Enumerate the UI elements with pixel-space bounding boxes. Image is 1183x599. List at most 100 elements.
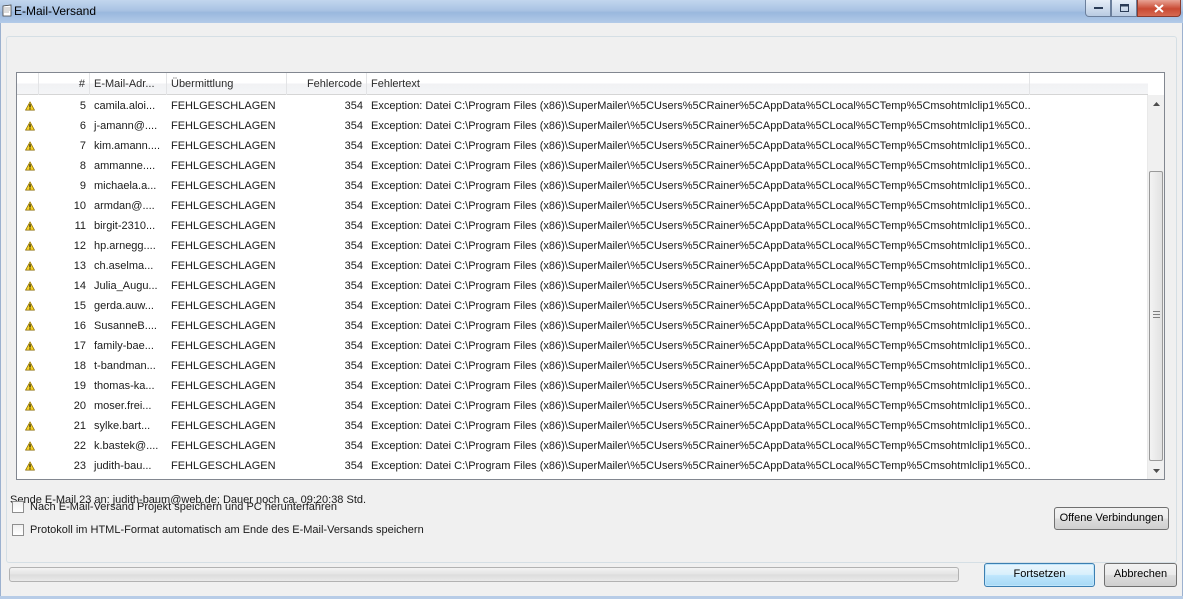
shutdown-label[interactable]: Nach E-Mail-Versand Projekt speichern un…	[30, 501, 337, 513]
row-transmission: FEHLGESCHLAGEN	[171, 400, 276, 412]
column-header-number[interactable]: #	[39, 73, 90, 95]
warning-icon	[17, 320, 39, 332]
row-number: 16	[73, 320, 86, 332]
maximize-button[interactable]	[1111, 0, 1137, 17]
row-error-code: 354	[344, 280, 363, 292]
column-header-icon[interactable]	[17, 73, 39, 95]
shutdown-option[interactable]: Nach E-Mail-Versand Projekt speichern un…	[12, 501, 337, 513]
send-progress-bar	[9, 567, 959, 582]
row-error-code: 354	[344, 360, 363, 372]
column-header-email[interactable]: E-Mail-Adr...	[90, 73, 167, 95]
warning-icon	[17, 440, 39, 452]
row-error-code: 354	[344, 220, 363, 232]
row-transmission: FEHLGESCHLAGEN	[171, 240, 276, 252]
row-email: family-bae...	[94, 340, 154, 352]
table-row[interactable]: 23 judith-bau... FEHLGESCHLAGEN 354 Exceptio…	[17, 456, 1148, 476]
column-header-error-text[interactable]: Fehlertext	[367, 73, 1030, 95]
row-email: kim.amann....	[94, 140, 161, 152]
table-row[interactable]: 22 k.bastek@.... FEHLGESCHLAGEN 354 Exceptio…	[17, 436, 1148, 456]
row-transmission: FEHLGESCHLAGEN	[171, 460, 276, 472]
row-email: ammanne....	[94, 160, 156, 172]
table-row[interactable]: 21 sylke.bart... FEHLGESCHLAGEN 354 Exceptio…	[17, 416, 1148, 436]
warning-icon	[17, 400, 39, 412]
table-row[interactable]: 11 birgit-2310... FEHLGESCHLAGEN 354 Excepti…	[17, 216, 1148, 236]
row-error-code: 354	[344, 380, 363, 392]
html-log-option[interactable]: Protokoll im HTML-Format automatisch am …	[12, 524, 424, 536]
table-row[interactable]: 10 armdan@.... FEHLGESCHLAGEN 354 Exception:…	[17, 196, 1148, 216]
row-number: 13	[73, 260, 86, 272]
table-row[interactable]: 9 michaela.a... FEHLGESCHLAGEN 354 Exception…	[17, 176, 1148, 196]
table-row[interactable]: 13 ch.aselma... FEHLGESCHLAGEN 354 Exception…	[17, 256, 1148, 276]
warning-icon	[17, 360, 39, 372]
row-error-code: 354	[344, 120, 363, 132]
column-header-error-code[interactable]: Fehlercode	[287, 73, 367, 95]
warning-icon	[17, 460, 39, 472]
row-error-text: Exception: Datei C:\Program Files (x86)\…	[371, 160, 1030, 172]
row-transmission: FEHLGESCHLAGEN	[171, 380, 276, 392]
row-transmission: FEHLGESCHLAGEN	[171, 160, 276, 172]
table-row[interactable]: 14 Julia_Augu... FEHLGESCHLAGEN 354 Exceptio…	[17, 276, 1148, 296]
row-number: 11	[74, 220, 86, 232]
row-number: 20	[73, 400, 86, 412]
warning-icon	[17, 340, 39, 352]
row-error-text: Exception: Datei C:\Program Files (x86)\…	[371, 420, 1030, 432]
row-email: birgit-2310...	[94, 220, 156, 232]
row-error-text: Exception: Datei C:\Program Files (x86)\…	[371, 440, 1030, 452]
table-row[interactable]: 12 hp.arnegg.... FEHLGESCHLAGEN 354 Exceptio…	[17, 236, 1148, 256]
send-log-list[interactable]: # E-Mail-Adr... Übermittlung Fehlercode …	[16, 72, 1165, 480]
row-error-text: Exception: Datei C:\Program Files (x86)\…	[371, 220, 1030, 232]
warning-icon	[17, 100, 39, 112]
row-email: j-amann@....	[94, 120, 158, 132]
table-row[interactable]: 17 family-bae... FEHLGESCHLAGEN 354 Exceptio…	[17, 336, 1148, 356]
row-transmission: FEHLGESCHLAGEN	[171, 440, 276, 452]
close-button[interactable]	[1137, 0, 1181, 17]
row-error-code: 354	[344, 240, 363, 252]
open-connections-button[interactable]: Offene Verbindungen	[1054, 507, 1169, 530]
grip-icon	[1153, 311, 1160, 320]
row-error-text: Exception: Datei C:\Program Files (x86)\…	[371, 140, 1030, 152]
row-transmission: FEHLGESCHLAGEN	[171, 360, 276, 372]
row-number: 15	[73, 300, 86, 312]
row-transmission: FEHLGESCHLAGEN	[171, 180, 276, 192]
table-row[interactable]: 20 moser.frei... FEHLGESCHLAGEN 354 Exceptio…	[17, 396, 1148, 416]
row-error-code: 354	[344, 180, 363, 192]
column-header-filler	[1030, 73, 1148, 95]
dialog-body: # E-Mail-Adr... Übermittlung Fehlercode …	[0, 23, 1183, 596]
scroll-up-button[interactable]	[1148, 95, 1165, 112]
list-header: # E-Mail-Adr... Übermittlung Fehlercode …	[17, 73, 1148, 95]
row-error-text: Exception: Datei C:\Program Files (x86)\…	[371, 180, 1030, 192]
row-error-text: Exception: Datei C:\Program Files (x86)\…	[371, 100, 1030, 112]
table-row[interactable]: 15 gerda.auw... FEHLGESCHLAGEN 354 Exception…	[17, 296, 1148, 316]
scroll-down-button[interactable]	[1148, 462, 1165, 479]
shutdown-checkbox[interactable]	[12, 501, 24, 513]
row-email: thomas-ka...	[94, 380, 155, 392]
column-header-transmission[interactable]: Übermittlung	[167, 73, 287, 95]
row-email: k.bastek@....	[94, 440, 159, 452]
title-bar[interactable]: E-Mail-Versand	[0, 0, 1183, 23]
row-transmission: FEHLGESCHLAGEN	[171, 300, 276, 312]
scroll-thumb[interactable]	[1149, 171, 1163, 461]
row-error-code: 354	[344, 300, 363, 312]
table-row[interactable]: 5 camila.aloi... FEHLGESCHLAGEN 354 Exceptio…	[17, 96, 1148, 116]
warning-icon	[17, 280, 39, 292]
row-transmission: FEHLGESCHLAGEN	[171, 280, 276, 292]
cancel-button[interactable]: Abbrechen	[1104, 563, 1177, 587]
row-email: armdan@....	[94, 200, 155, 212]
row-error-code: 354	[344, 460, 363, 472]
row-number: 18	[73, 360, 86, 372]
row-number: 19	[73, 380, 86, 392]
table-row[interactable]: 16 SusanneB.... FEHLGESCHLAGEN 354 Exception…	[17, 316, 1148, 336]
table-row[interactable]: 7 kim.amann.... FEHLGESCHLAGEN 354 Exception…	[17, 136, 1148, 156]
html-log-label[interactable]: Protokoll im HTML-Format automatisch am …	[30, 524, 424, 536]
table-row[interactable]: 8 ammanne.... FEHLGESCHLAGEN 354 Exception: …	[17, 156, 1148, 176]
table-row[interactable]: 19 thomas-ka... FEHLGESCHLAGEN 354 Exception…	[17, 376, 1148, 396]
warning-icon	[17, 140, 39, 152]
row-error-text: Exception: Datei C:\Program Files (x86)\…	[371, 300, 1030, 312]
table-row[interactable]: 18 t-bandman... FEHLGESCHLAGEN 354 Exception…	[17, 356, 1148, 376]
table-row[interactable]: 6 j-amann@.... FEHLGESCHLAGEN 354 Exception:…	[17, 116, 1148, 136]
vertical-scrollbar[interactable]	[1147, 95, 1164, 479]
minimize-button[interactable]	[1085, 0, 1111, 17]
continue-button[interactable]: Fortsetzen	[984, 563, 1095, 587]
warning-icon	[17, 420, 39, 432]
html-log-checkbox[interactable]	[12, 524, 24, 536]
